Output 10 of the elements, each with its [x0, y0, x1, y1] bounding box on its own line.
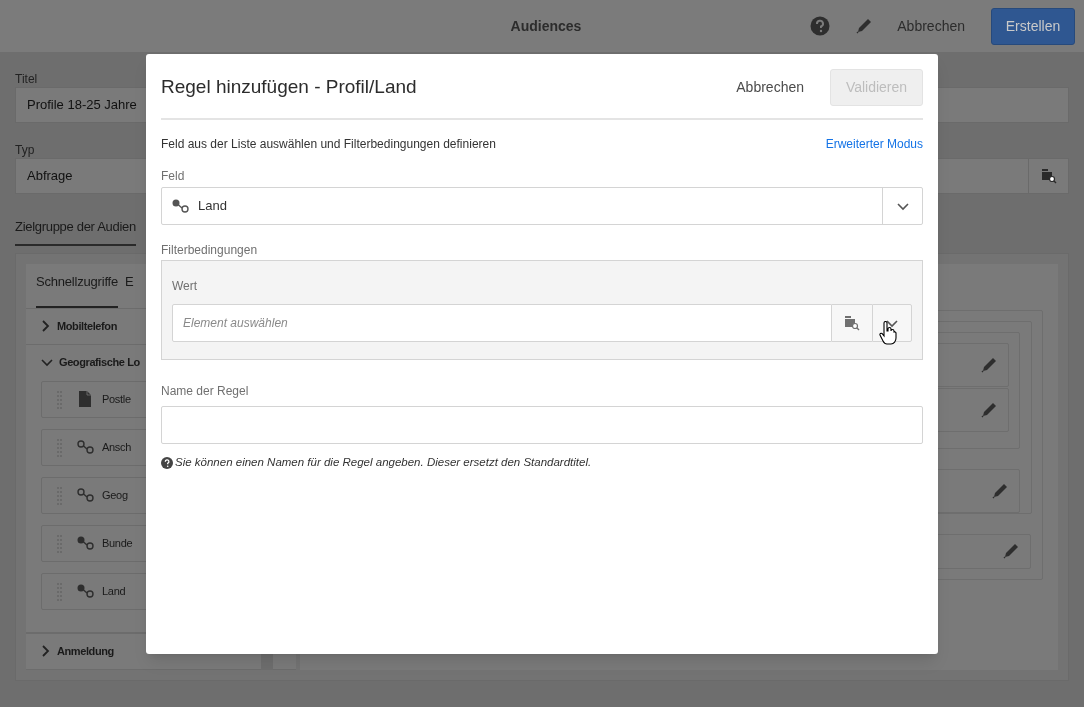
field-label: Wert — [172, 278, 198, 295]
hint-text: Sie können einen Namen für die Regel angeben. Dieser ersetzt den Standardtitel. — [175, 455, 592, 470]
field-label: Name der Regel — [161, 383, 249, 400]
instruction-text: Feld aus der Liste auswählen und Filterbedingungen definieren — [161, 136, 497, 153]
page-title: Audiences — [509, 16, 583, 36]
field-label: Feld — [161, 168, 185, 185]
dialog-title: Regel hinzufügen - Profil/Land — [161, 75, 418, 100]
field-label: Typ — [15, 142, 35, 158]
field-label: Titel — [15, 71, 38, 87]
field-label: Filterbedingungen — [161, 242, 258, 259]
